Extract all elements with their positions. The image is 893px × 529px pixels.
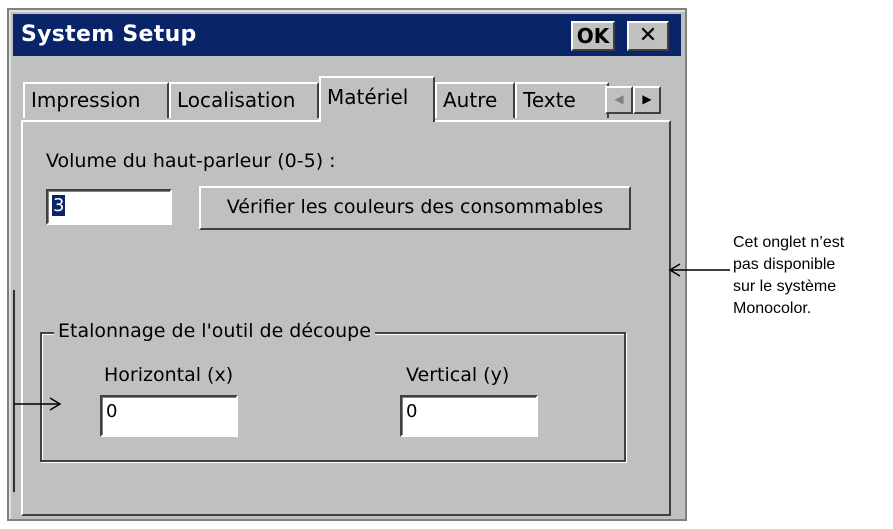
annotation-line-4: Monocolor.: [733, 300, 812, 317]
annotation-note: Cet onglet n’est pas disponible sur le s…: [733, 232, 844, 320]
annotation-line-1: Cet onglet n’est: [733, 234, 845, 251]
annotation-line-3: sur le système: [733, 278, 837, 295]
tab-materiel[interactable]: Matériel: [319, 76, 435, 122]
annotation-line-2: pas disponible: [733, 256, 836, 273]
